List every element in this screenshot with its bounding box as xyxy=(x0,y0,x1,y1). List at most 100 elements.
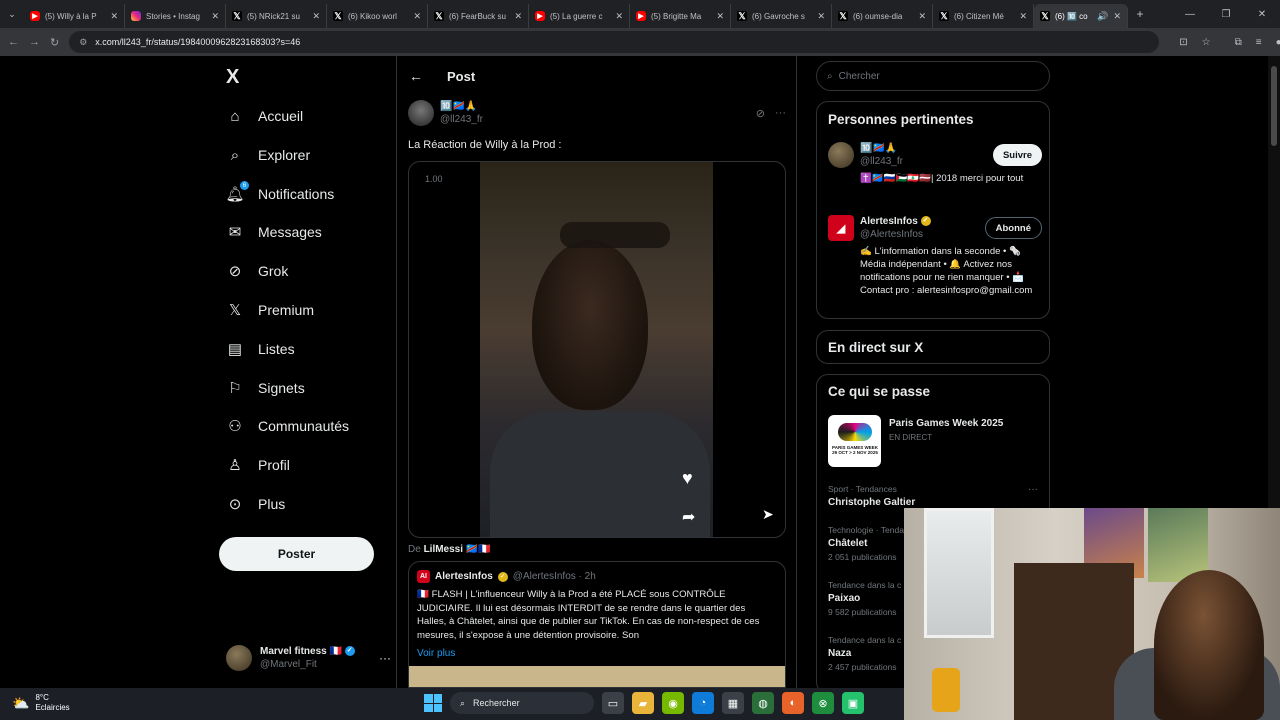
more-horizontal-icon[interactable]: ··· xyxy=(1028,484,1038,495)
media-icon[interactable]: ≡ xyxy=(1256,37,1262,48)
video-subject-body xyxy=(490,412,710,537)
close-icon[interactable]: ✕ xyxy=(1113,11,1121,22)
site-info-icon[interactable]: ⚙ xyxy=(79,37,87,48)
new-tab-button[interactable]: + xyxy=(1128,7,1152,21)
following-button[interactable]: Abonné xyxy=(984,217,1042,239)
reload-icon[interactable]: ↻ xyxy=(50,36,59,49)
account-switcher[interactable]: Marvel fitness 🇫🇷 ✓ @Marvel_Fit ··· xyxy=(226,642,391,674)
home-icon: ⌂ xyxy=(230,107,240,125)
weather-widget[interactable]: ⛅ 8°C Eclaircies xyxy=(12,693,70,713)
browser-tab[interactable]: Stories • Instag ✕ xyxy=(125,4,226,28)
scrollbar-thumb[interactable] xyxy=(1271,66,1277,146)
nav-item-notifications[interactable]: 🔔︎ 6 Notifications xyxy=(225,179,334,209)
nav-item-premium[interactable]: 𝕏 Premium xyxy=(226,295,314,325)
event-thumbnail: PARIS GAMES WEEK 29 OCT > 2 NOV 2025 xyxy=(828,415,881,467)
tab-title: (6) oumse-dia xyxy=(853,11,903,21)
store-icon[interactable]: ▦ xyxy=(722,692,744,714)
browser-tab[interactable]: 𝕏 (5) NRick21 su ✕ xyxy=(226,4,327,28)
speaker-icon[interactable]: 🔊 xyxy=(1097,11,1108,22)
nav-item-accueil[interactable]: ⌂ Accueil xyxy=(226,101,303,131)
extensions-icon[interactable]: ⧉ xyxy=(1235,37,1242,48)
nav-item-grok[interactable]: ⊘ Grok xyxy=(226,256,289,286)
quoted-post-image[interactable] xyxy=(409,666,785,687)
file-explorer-icon[interactable]: ▰ xyxy=(632,692,654,714)
x-logo-icon[interactable]: X xyxy=(226,66,239,89)
nav-item-profil[interactable]: ♙ Profil xyxy=(226,450,290,480)
column-divider xyxy=(796,56,797,688)
browser-tab[interactable]: 𝕏 (6) Kikoo worl ✕ xyxy=(327,4,428,28)
nav-item-listes[interactable]: ▤ Listes xyxy=(226,334,295,364)
taskbar-search[interactable]: ⌕ Rechercher xyxy=(450,692,594,714)
more-horizontal-icon[interactable]: ··· xyxy=(379,651,391,665)
person-handle: @ll243_fr xyxy=(860,156,903,167)
firefox-icon[interactable]: ◐ xyxy=(782,692,804,714)
event-card[interactable]: PARIS GAMES WEEK 29 OCT > 2 NOV 2025 Par… xyxy=(828,415,1042,467)
browser-tab-active[interactable]: 𝕏 (6) 🔟 co 🔊 ✕ xyxy=(1034,4,1128,28)
back-arrow-icon[interactable]: ← xyxy=(409,68,423,84)
browser-tab[interactable]: ▶ (5) Willy à la P ✕ xyxy=(24,4,125,28)
tab-search-icon[interactable]: ⌄ xyxy=(0,0,24,28)
author-handle[interactable]: @ll243_fr xyxy=(440,113,483,126)
close-icon[interactable]: ✕ xyxy=(312,11,320,22)
nvidia-icon[interactable]: ◉ xyxy=(662,692,684,714)
grok-icon[interactable]: ⊘ xyxy=(756,107,765,120)
close-icon[interactable]: ✕ xyxy=(918,11,926,22)
close-icon[interactable]: ✕ xyxy=(110,11,118,22)
close-icon[interactable]: ✕ xyxy=(413,11,421,22)
browser-tab[interactable]: 𝕏 (6) FearBuck su ✕ xyxy=(428,4,529,28)
back-icon[interactable]: ← xyxy=(8,36,19,48)
nav-item-messages[interactable]: ✉ Messages xyxy=(226,217,322,247)
author-name[interactable]: 🔟🇨🇩🙏 xyxy=(440,100,483,113)
nav-item-plus[interactable]: ⊙ Plus xyxy=(226,489,286,519)
trend-item[interactable]: Sport · Tendances Christophe Galtier ··· xyxy=(828,484,1042,508)
install-icon[interactable]: ⊡ xyxy=(1179,37,1187,48)
task-view-icon[interactable]: ▭ xyxy=(602,692,624,714)
browser-tab[interactable]: 𝕏 (6) Gavroche s ✕ xyxy=(731,4,832,28)
profile-avatar-icon[interactable]: ● xyxy=(1276,37,1280,48)
playback-speed[interactable]: 1.00 xyxy=(425,174,443,184)
live-panel[interactable]: En direct sur X xyxy=(816,330,1050,364)
browser-tab[interactable]: ▶ (5) Brigitte Ma ✕ xyxy=(630,4,731,28)
search-input[interactable]: ⌕ Chercher xyxy=(816,61,1050,91)
video-player[interactable]: 1.00 ♥ ➦ ➤ xyxy=(408,161,786,538)
close-icon[interactable]: ✕ xyxy=(514,11,522,22)
nav-item-explorer[interactable]: ⌕ Explorer xyxy=(226,140,310,170)
bookmark-star-icon[interactable]: ☆ xyxy=(1202,37,1211,48)
windows-start-icon[interactable] xyxy=(424,694,442,712)
close-icon[interactable]: ✕ xyxy=(211,11,219,22)
share-arrow-icon[interactable]: ➦ xyxy=(682,507,695,527)
close-icon[interactable]: ✕ xyxy=(716,11,724,22)
person-names: AlertesInfos ✓ @AlertesInfos xyxy=(860,215,931,241)
forward-icon[interactable]: → xyxy=(29,36,40,48)
minimize-icon[interactable]: — xyxy=(1172,0,1208,28)
post-button[interactable]: Poster xyxy=(219,537,374,571)
nav-item-signets[interactable]: ⚐ Signets xyxy=(226,373,304,403)
quoted-post[interactable]: AI AlertesInfos ✓ @AlertesInfos · 2h 🇫🇷 … xyxy=(408,561,786,688)
chrome-icon[interactable]: ◍ xyxy=(752,692,774,714)
close-window-icon[interactable]: ✕ xyxy=(1244,0,1280,28)
edge-icon[interactable]: ◔ xyxy=(692,692,714,714)
avatar[interactable] xyxy=(408,100,434,126)
maximize-icon[interactable]: ❐ xyxy=(1208,0,1244,28)
close-icon[interactable]: ✕ xyxy=(1019,11,1027,22)
heart-icon[interactable]: ♥ xyxy=(682,468,693,489)
window-controls: — ❐ ✕ xyxy=(1172,0,1280,28)
app-icon[interactable]: ▣ xyxy=(842,692,864,714)
browser-tab[interactable]: 𝕏 (6) oumse-dia ✕ xyxy=(832,4,933,28)
nav-item-communautes[interactable]: ⚇ Communautés xyxy=(226,411,349,441)
close-icon[interactable]: ✕ xyxy=(615,11,623,22)
browser-tab[interactable]: ▶ (5) La guerre c ✕ xyxy=(529,4,630,28)
post-header: ← Post xyxy=(397,56,796,96)
video-frame[interactable]: ♥ ➦ ➤ xyxy=(480,162,774,537)
post-text: La Réaction de Willy à la Prod : xyxy=(408,139,562,151)
follow-button[interactable]: Suivre xyxy=(992,144,1042,166)
show-more-link[interactable]: Voir plus xyxy=(417,648,455,659)
xbox-icon[interactable]: ⊗ xyxy=(812,692,834,714)
close-icon[interactable]: ✕ xyxy=(817,11,825,22)
account-handle: @Marvel_Fit xyxy=(260,659,317,670)
browser-tab[interactable]: 𝕏 (6) Citizen Mé ✕ xyxy=(933,4,1034,28)
attribution-name[interactable]: LilMessi xyxy=(424,544,463,555)
url-field[interactable]: ⚙ x.com/ll243_fr/status/1984000962823168… xyxy=(69,31,1160,53)
more-horizontal-icon[interactable]: ··· xyxy=(775,107,786,120)
panel-title: Personnes pertinentes xyxy=(828,112,974,127)
